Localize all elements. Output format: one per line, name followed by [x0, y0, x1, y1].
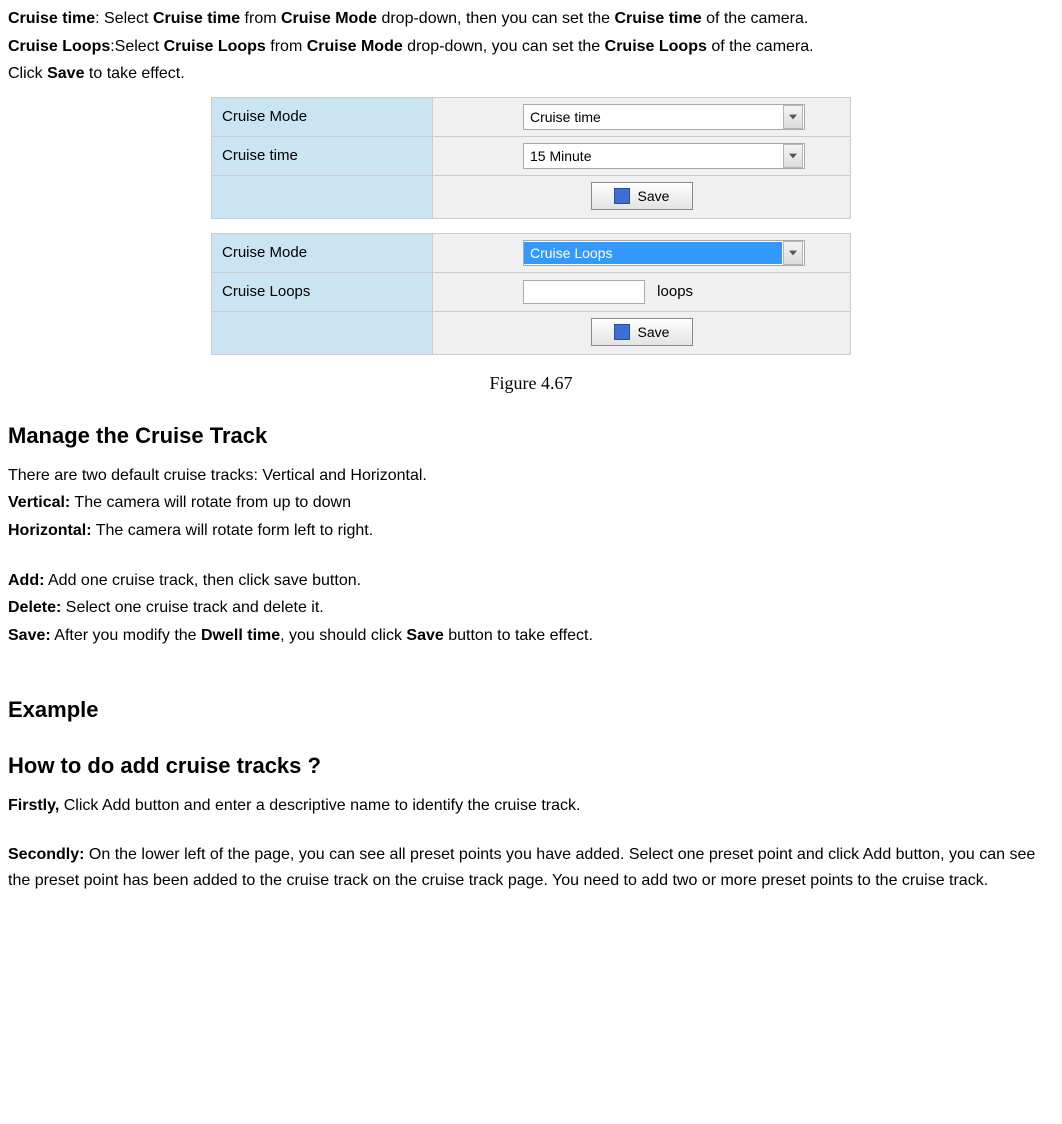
- table-row: Cruise Mode Cruise Loops: [212, 234, 850, 272]
- cruise-mode-label: Cruise Mode: [212, 98, 432, 136]
- empty-label: [212, 312, 432, 354]
- cruise-time-term: Cruise time: [153, 10, 240, 27]
- cruise-loops-value-cell: loops: [433, 273, 850, 311]
- dwell-time-term: Dwell time: [201, 627, 280, 644]
- add-term: Add:: [8, 572, 44, 589]
- select-text: Cruise time: [524, 106, 782, 128]
- table-row: Save: [212, 176, 850, 218]
- save-cell: Save: [433, 312, 850, 354]
- select-text: 15 Minute: [524, 145, 782, 167]
- cruise-mode-value-cell: Cruise Loops: [433, 234, 850, 272]
- text: from: [266, 38, 307, 55]
- cruise-time-label: Cruise time: [212, 137, 432, 175]
- cruise-time-paragraph: Cruise time: Select Cruise time from Cru…: [8, 6, 1054, 32]
- cruise-mode-term: Cruise Mode: [307, 38, 403, 55]
- delete-paragraph: Delete: Select one cruise track and dele…: [8, 595, 1054, 621]
- text: to take effect.: [84, 65, 184, 82]
- text: drop-down, you can set the: [403, 38, 605, 55]
- text: of the camera.: [702, 10, 809, 27]
- text: of the camera.: [707, 38, 814, 55]
- secondly-paragraph: Secondly: On the lower left of the page,…: [8, 842, 1054, 893]
- cruise-mode-term: Cruise Mode: [281, 10, 377, 27]
- cruise-loops-panel: Cruise Mode Cruise Loops Cruise Loops lo…: [211, 233, 851, 355]
- save-term: Save:: [8, 627, 51, 644]
- figure-area: Cruise Mode Cruise time Cruise time 15 M…: [211, 97, 851, 355]
- spacer: [8, 820, 1054, 842]
- table-row: Cruise Loops loops: [212, 273, 850, 311]
- text: Click Add button and enter a descriptive…: [59, 797, 580, 814]
- table-row: Cruise time 15 Minute: [212, 137, 850, 175]
- cruise-loops-term: Cruise Loops: [164, 38, 266, 55]
- click-save-paragraph: Click Save to take effect.: [8, 61, 1054, 87]
- firstly-paragraph: Firstly, Click Add button and enter a de…: [8, 793, 1054, 819]
- text: On the lower left of the page, you can s…: [8, 846, 1035, 889]
- cruise-loops-input[interactable]: [523, 280, 645, 304]
- text: :Select: [110, 38, 163, 55]
- howto-heading: How to do add cruise tracks ?: [8, 748, 1054, 783]
- save-cell: Save: [433, 176, 850, 218]
- example-heading: Example: [8, 692, 1054, 727]
- text: , you should click: [280, 627, 406, 644]
- cruise-time-term: Cruise time: [614, 10, 701, 27]
- text: Select one cruise track and delete it.: [61, 599, 323, 616]
- cruise-mode-label: Cruise Mode: [212, 234, 432, 272]
- spacer: [8, 546, 1054, 568]
- chevron-down-icon: [783, 241, 803, 265]
- loops-suffix: loops: [657, 280, 693, 304]
- spacer: [8, 650, 1054, 672]
- cruise-loops-paragraph: Cruise Loops:Select Cruise Loops from Cr…: [8, 34, 1054, 60]
- select-text: Cruise Loops: [524, 242, 782, 264]
- add-paragraph: Add: Add one cruise track, then click sa…: [8, 568, 1054, 594]
- save-button[interactable]: Save: [591, 182, 693, 210]
- cruise-time-panel: Cruise Mode Cruise time Cruise time 15 M…: [211, 97, 851, 219]
- cruise-mode-select[interactable]: Cruise Loops: [523, 240, 805, 266]
- save-term: Save: [47, 65, 84, 82]
- save-icon: [614, 324, 630, 340]
- text: Click: [8, 65, 47, 82]
- save-btn-term: Save: [406, 627, 443, 644]
- table-row: Save: [212, 312, 850, 354]
- save-button-label: Save: [638, 321, 670, 343]
- secondly-term: Secondly:: [8, 846, 84, 863]
- cruise-time-select[interactable]: 15 Minute: [523, 143, 805, 169]
- cruise-loops-term: Cruise Loops: [605, 38, 707, 55]
- save-paragraph: Save: After you modify the Dwell time, y…: [8, 623, 1054, 649]
- figure-caption: Figure 4.67: [8, 369, 1054, 398]
- manage-heading: Manage the Cruise Track: [8, 418, 1054, 453]
- save-button[interactable]: Save: [591, 318, 693, 346]
- text: button to take effect.: [444, 627, 593, 644]
- cruise-loops-label: Cruise Loops: [212, 273, 432, 311]
- cruise-time-term: Cruise time: [8, 10, 95, 27]
- text: : Select: [95, 10, 153, 27]
- cruise-mode-value-cell: Cruise time: [433, 98, 850, 136]
- horizontal-term: Horizontal:: [8, 522, 92, 539]
- text: The camera will rotate from up to down: [70, 494, 351, 511]
- chevron-down-icon: [783, 144, 803, 168]
- save-icon: [614, 188, 630, 204]
- text: The camera will rotate form left to righ…: [92, 522, 374, 539]
- vertical-term: Vertical:: [8, 494, 70, 511]
- text: drop-down, then you can set the: [377, 10, 614, 27]
- cruise-time-value-cell: 15 Minute: [433, 137, 850, 175]
- empty-label: [212, 176, 432, 218]
- text: Add one cruise track, then click save bu…: [44, 572, 361, 589]
- save-button-label: Save: [638, 185, 670, 207]
- vertical-paragraph: Vertical: The camera will rotate from up…: [8, 490, 1054, 516]
- firstly-term: Firstly,: [8, 797, 59, 814]
- text: from: [240, 10, 281, 27]
- manage-intro: There are two default cruise tracks: Ver…: [8, 463, 1054, 489]
- chevron-down-icon: [783, 105, 803, 129]
- delete-term: Delete:: [8, 599, 61, 616]
- horizontal-paragraph: Horizontal: The camera will rotate form …: [8, 518, 1054, 544]
- cruise-mode-select[interactable]: Cruise time: [523, 104, 805, 130]
- table-row: Cruise Mode Cruise time: [212, 98, 850, 136]
- text: After you modify the: [51, 627, 201, 644]
- cruise-loops-term: Cruise Loops: [8, 38, 110, 55]
